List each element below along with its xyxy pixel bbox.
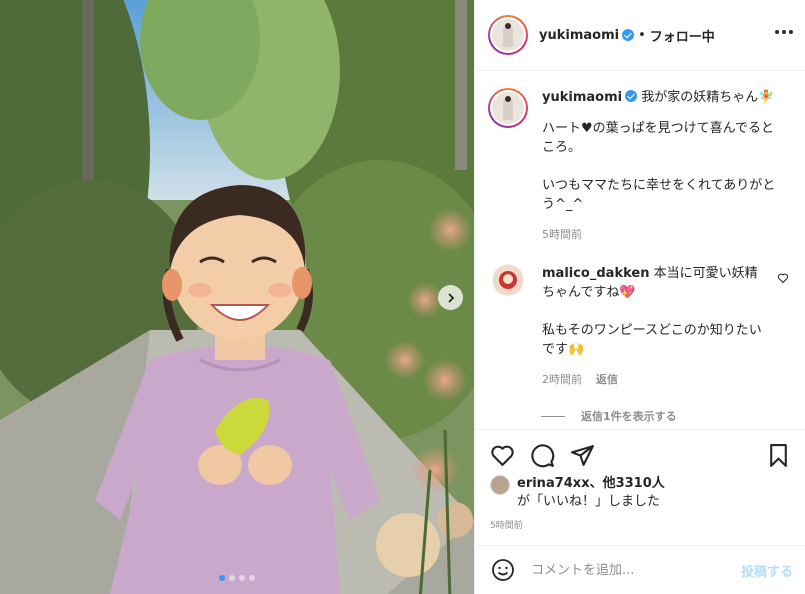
- comments-section[interactable]: yukimaomi 我が家の妖精ちゃん🧚 ハート♥の葉っぱを見つけて喜んでるとこ…: [475, 71, 805, 429]
- caption: yukimaomi 我が家の妖精ちゃん🧚 ハート♥の葉っぱを見つけて喜んでるとこ…: [488, 88, 791, 244]
- post-header: yukimaomi • フォロー中: [475, 0, 805, 71]
- caption-line: 我が家の妖精ちゃん🧚: [641, 90, 775, 105]
- add-comment-bar: 投稿する: [475, 545, 805, 594]
- carousel-dot: [249, 575, 255, 581]
- chevron-right-icon: [447, 292, 454, 303]
- post-time[interactable]: 5時間前: [490, 518, 791, 531]
- caption-line: ハート♥の葉っぱを見つけて喜んでるところ。: [542, 121, 775, 155]
- carousel-next-button[interactable]: [438, 285, 463, 310]
- more-icon[interactable]: [775, 30, 793, 34]
- heart-icon[interactable]: [490, 443, 515, 468]
- comment-input[interactable]: [531, 562, 741, 578]
- post-photo[interactable]: [0, 0, 474, 594]
- comment-icon[interactable]: [530, 443, 555, 468]
- comment-time[interactable]: 2時間前: [542, 370, 582, 389]
- commenter-avatar[interactable]: [492, 264, 524, 296]
- likes-summary: erina74xx、他3310人 が「いいね！」しました: [490, 475, 791, 511]
- commenter-username[interactable]: malico_dakken: [542, 266, 649, 281]
- photo-image: [0, 0, 474, 594]
- comment-heart-icon[interactable]: [777, 272, 789, 284]
- view-replies-label: 返信1件を表示する: [581, 410, 677, 423]
- bookmark-icon[interactable]: [766, 443, 791, 468]
- verified-icon: [625, 90, 638, 102]
- caption-line: いつもママたちに幸せをくれてありがとう^_^: [542, 178, 776, 212]
- post-actions: erina74xx、他3310人 が「いいね！」しました 5時間前: [475, 429, 805, 545]
- carousel-dot: [229, 575, 235, 581]
- carousel-dot: [219, 575, 225, 581]
- liker-username[interactable]: erina74xx: [517, 476, 590, 491]
- carousel-dot: [239, 575, 245, 581]
- replies-line: [541, 415, 565, 417]
- comment-item: malico_dakken 本当に可愛い妖精ちゃんですね💖 私もそのワンピースど…: [488, 264, 791, 389]
- follow-status-button[interactable]: フォロー中: [650, 26, 715, 45]
- author-avatar[interactable]: [488, 88, 528, 128]
- separator-dot: •: [638, 27, 646, 43]
- likes-others[interactable]: 、他3310人: [590, 476, 665, 491]
- view-replies-button[interactable]: 返信1件を表示する: [541, 408, 791, 424]
- post-comment-button[interactable]: 投稿する: [741, 561, 793, 580]
- reply-button[interactable]: 返信: [596, 370, 618, 389]
- author-username[interactable]: yukimaomi: [539, 28, 619, 43]
- post-side-panel: yukimaomi • フォロー中 yukimaomi 我が家の妖精ちゃん🧚 ハ…: [474, 0, 805, 594]
- comment-text: 私もそのワンピースどこのか知りたいです🙌: [542, 323, 762, 357]
- emoji-icon[interactable]: [491, 558, 515, 582]
- caption-time[interactable]: 5時間前: [542, 225, 582, 244]
- verified-icon: [622, 29, 635, 41]
- liker-avatar[interactable]: [490, 475, 510, 495]
- share-icon[interactable]: [570, 443, 595, 468]
- author-avatar[interactable]: [488, 15, 528, 55]
- carousel-indicator: [0, 575, 474, 581]
- caption-username[interactable]: yukimaomi: [542, 90, 622, 105]
- likes-suffix: が「いいね！」しました: [517, 494, 661, 509]
